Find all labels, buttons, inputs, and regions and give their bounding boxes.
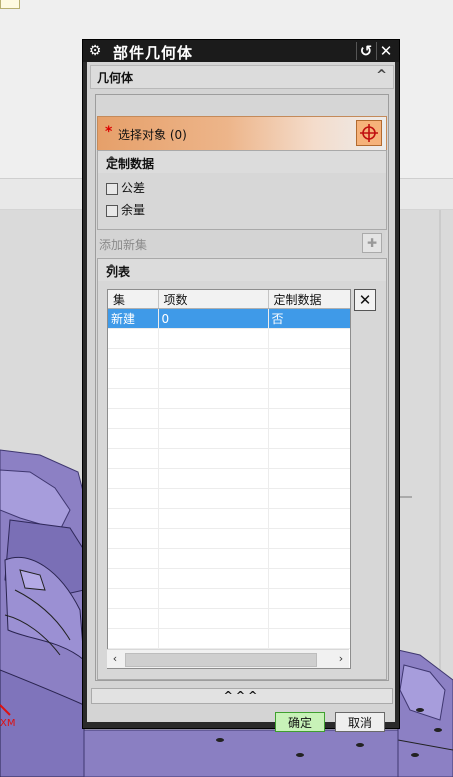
add-new-set-row: 添加新集 ✚ [97, 230, 385, 256]
gear-icon[interactable]: ⚙ [87, 43, 103, 59]
column-header-count[interactable]: 项数 [158, 290, 269, 309]
expand-options-bar[interactable]: ^^^ [91, 688, 393, 704]
empty-table-row [108, 508, 350, 529]
stock-label: 余量 [121, 203, 146, 217]
empty-table-row [108, 548, 350, 569]
cancel-button[interactable]: 取消 [335, 712, 385, 732]
cell-count: 0 [158, 308, 269, 329]
tolerance-label: 公差 [121, 181, 146, 195]
scroll-left-icon[interactable]: ‹ [109, 652, 121, 666]
reset-icon: ↺ [359, 42, 373, 60]
select-object-button[interactable] [356, 120, 382, 146]
table-row[interactable]: 新建 0 否 [108, 308, 350, 329]
empty-table-row [108, 388, 350, 409]
select-object-label: 选择对象 (0) [118, 128, 187, 142]
custom-data-header[interactable]: 定制数据 ^ [98, 151, 386, 173]
stock-checkbox-row[interactable]: 余量 [106, 201, 145, 219]
geometry-section-title: 几何体 [97, 71, 134, 85]
empty-table-row [108, 368, 350, 389]
dialog-title: 部件几何体 [113, 44, 194, 62]
add-new-set-label: 添加新集 [99, 238, 148, 252]
collapse-chevron-icon[interactable]: ^ [106, 263, 380, 278]
list-section: 列表 ^ 集 项数 定制数据 新建 0 否 ‹ › ✕ [97, 258, 387, 680]
empty-table-row [108, 608, 350, 629]
empty-table-row [108, 488, 350, 509]
dialog-titlebar[interactable]: ⚙ 部件几何体 ↺ ✕ [83, 40, 399, 62]
column-header-set[interactable]: 集 [108, 290, 159, 309]
column-header-custom-data[interactable]: 定制数据 [268, 290, 350, 309]
empty-table-row [108, 628, 350, 649]
close-button[interactable]: ✕ [376, 42, 395, 60]
select-object-row[interactable]: * 选择对象 (0) [97, 116, 387, 152]
scrollbar-thumb[interactable] [125, 653, 317, 667]
delete-icon: ✕ [358, 291, 372, 309]
custom-data-section: 定制数据 ^ 公差 余量 [97, 150, 387, 230]
empty-table-row [108, 528, 350, 549]
ok-button[interactable]: 确定 [275, 712, 325, 732]
cell-set: 新建 [108, 308, 159, 329]
table-header-row: 集 项数 定制数据 [108, 290, 350, 309]
reset-button[interactable]: ↺ [356, 42, 375, 60]
set-list-table[interactable]: 集 项数 定制数据 新建 0 否 [107, 289, 351, 669]
list-section-header[interactable]: 列表 ^ [98, 259, 386, 281]
required-mark: * [105, 124, 113, 140]
cell-custom-data: 否 [268, 308, 350, 329]
collapse-chevron-icon[interactable]: ^ [376, 68, 387, 83]
tolerance-checkbox-row[interactable]: 公差 [106, 179, 145, 197]
empty-table-row [108, 408, 350, 429]
delete-set-button[interactable]: ✕ [354, 289, 376, 311]
dialog-body: 几何体 ^ * 选择对象 (0) 定制数据 ^ 公差 余量 添加新集 ✚ 列表 … [87, 62, 395, 732]
scroll-right-icon[interactable]: › [335, 652, 347, 666]
axis-label-xm: XM [0, 718, 15, 729]
horizontal-scrollbar[interactable]: ‹ › [107, 649, 349, 668]
collapse-chevron-icon[interactable]: ^ [106, 155, 380, 170]
empty-table-row [108, 448, 350, 469]
add-set-icon: ✚ [366, 236, 378, 250]
crosshair-icon [360, 124, 378, 142]
tolerance-checkbox[interactable] [106, 182, 118, 195]
app-tab-fragment[interactable] [0, 0, 20, 9]
empty-table-row [108, 428, 350, 449]
empty-table-row [108, 588, 350, 609]
empty-table-row [108, 348, 350, 369]
stock-checkbox[interactable] [106, 204, 118, 217]
geometry-section-header[interactable]: 几何体 ^ [90, 65, 394, 89]
empty-table-row [108, 568, 350, 589]
empty-table-row [108, 328, 350, 349]
close-icon: ✕ [379, 42, 393, 60]
add-new-set-button[interactable]: ✚ [362, 233, 382, 253]
empty-table-row [108, 468, 350, 489]
part-geometry-dialog: ⚙ 部件几何体 ↺ ✕ 几何体 ^ * 选择对象 (0) 定制数据 ^ 公差 余… [83, 40, 399, 732]
